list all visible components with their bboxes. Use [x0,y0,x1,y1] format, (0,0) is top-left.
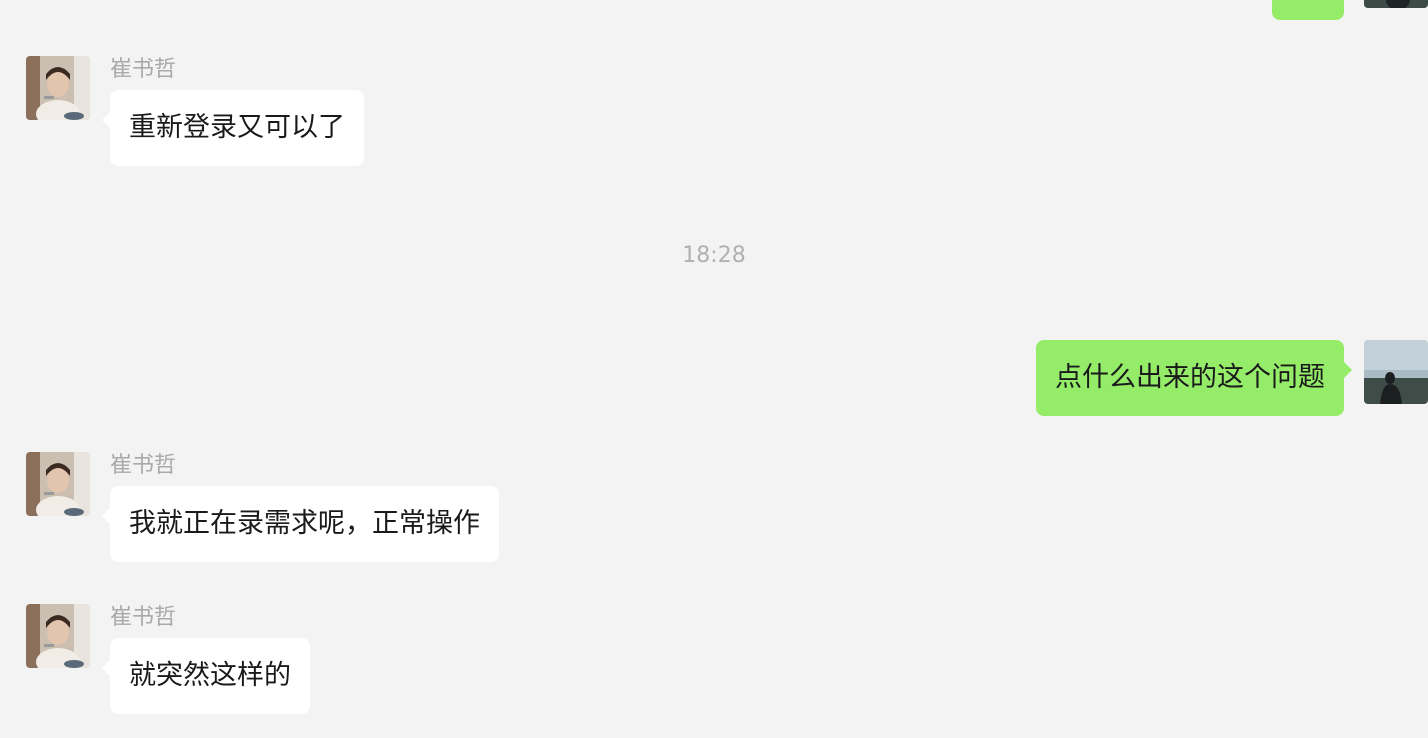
message-bubble[interactable]: 重新登录又可以了 [102,90,364,166]
my-avatar[interactable] [1364,340,1428,404]
message-bubble[interactable]: 就突然这样的 [102,638,310,714]
chat-area: 崔书哲 重新登录又可以了 18:28 点什么出来的这个问题 崔书哲 我就正在录需… [0,0,1428,738]
sender-name: 崔书哲 [110,605,177,630]
my-message-bubble[interactable]: 点什么出来的这个问题 [1036,340,1352,416]
contact-avatar[interactable] [26,56,90,120]
timestamp: 18:28 [682,243,746,268]
sender-name: 崔书哲 [110,57,177,82]
sender-name: 崔书哲 [110,453,177,478]
outgoing-bubble-partial[interactable] [1272,0,1344,20]
contact-avatar[interactable] [26,452,90,516]
message-bubble[interactable]: 我就正在录需求呢，正常操作 [102,486,499,562]
contact-avatar[interactable] [26,604,90,668]
my-avatar-partial[interactable] [1364,0,1428,8]
